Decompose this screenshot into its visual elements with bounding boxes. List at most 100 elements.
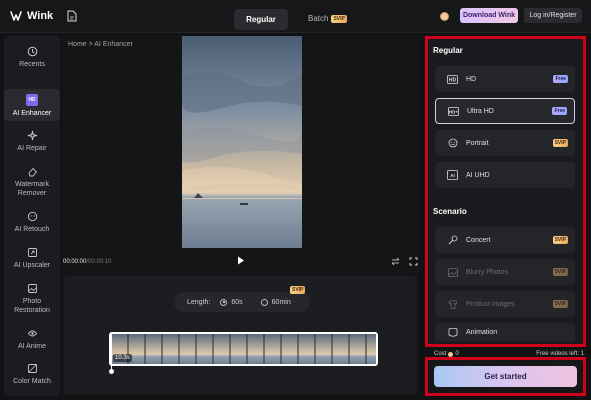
playhead-handle[interactable] [109, 369, 114, 374]
svg-text:HD+: HD+ [449, 109, 458, 114]
sidebar-item-label: Color Match [13, 378, 51, 385]
compare-icon[interactable] [391, 257, 400, 266]
scenario-section-title: Scenario [433, 207, 467, 216]
option-animation[interactable]: Animation [435, 323, 575, 341]
svip-badge: SVIP [552, 236, 568, 244]
coin-icon[interactable] [440, 12, 449, 21]
anime-icon [26, 327, 38, 339]
playhead-line[interactable] [111, 332, 112, 372]
ai-uhd-icon: AI [447, 170, 458, 181]
option-label: HD [466, 75, 477, 83]
length-selector: Length: 60s 60min SVIP [174, 286, 310, 312]
coin-icon [448, 351, 454, 357]
get-started-button[interactable]: Get started [434, 366, 577, 387]
option-label: Concert [466, 236, 491, 244]
timeline-panel: Length: 60s 60min SVIP 10.3s [64, 276, 417, 394]
sidebar-item-ai-repair[interactable]: AI Repair [4, 129, 60, 153]
svip-badge: SVIP [552, 268, 568, 276]
sidebar-item-label: AI Anime [17, 343, 46, 350]
sidebar-item-ai-enhancer[interactable]: HD AI Enhancer [4, 89, 60, 121]
play-icon[interactable] [237, 256, 245, 265]
eraser-icon [26, 165, 38, 177]
animation-icon [447, 327, 458, 338]
sidebar-item-ai-retouch[interactable]: AI Retouch [4, 210, 60, 234]
sidebar-item-label: AI Retouch [14, 226, 50, 233]
concert-icon [447, 235, 458, 246]
login-register-button[interactable]: Log in/Register [524, 8, 582, 23]
sidebar-item-photo-restoration[interactable]: Photo Restoration [4, 282, 60, 315]
sidebar-item-label: Recents [19, 61, 45, 68]
sidebar-item-label: AI Upscaler [13, 262, 51, 269]
tab-batch-label: Batch [308, 14, 329, 23]
option-label: AI UHD [466, 171, 490, 179]
app-name: Wink [27, 10, 54, 22]
free-badge: Free [552, 107, 567, 115]
length-option-60min[interactable]: 60min [260, 298, 291, 306]
option-concert[interactable]: Concert SVIP [435, 227, 575, 253]
enhance-options-panel: Regular HD HD Free HD+ Ultra HD Free Por… [425, 36, 586, 347]
length-label: Length: [187, 298, 211, 306]
option-product-images[interactable]: Product images SVIP [435, 291, 575, 317]
tab-batch[interactable]: Batch SVIP [308, 14, 347, 23]
length-option-label: 60min [271, 298, 291, 306]
video-frame-image [182, 36, 302, 248]
clip-thumbnail-strip[interactable] [109, 332, 378, 366]
sidebar-item-watermark-remover[interactable]: Watermark Remover [4, 165, 60, 198]
option-portrait[interactable]: Portrait SVIP [435, 130, 575, 156]
option-label: Product images [466, 300, 515, 308]
tab-regular[interactable]: Regular [234, 9, 288, 30]
sidebar-item-ai-upscaler[interactable]: AI Upscaler [4, 246, 60, 270]
sidebar-item-label: Watermark Remover [15, 181, 49, 197]
option-hd[interactable]: HD HD Free [435, 66, 575, 92]
main-preview-area: Home > AI Enhancer 00:00:00/00:00:10 Len… [62, 36, 419, 396]
face-smile-icon [447, 138, 458, 149]
hd-icon: HD [26, 94, 38, 106]
action-footer: Get started [425, 357, 586, 396]
svg-text:AI: AI [450, 173, 455, 178]
svip-badge: SVIP [552, 300, 568, 308]
svip-badge: SVIP [290, 286, 306, 294]
sidebar-item-label: Photo Restoration [14, 298, 50, 314]
app-logo[interactable]: Wink [9, 9, 53, 23]
upscale-icon [26, 246, 38, 258]
option-label: Ultra HD [467, 107, 494, 115]
download-wink-button[interactable]: Download Wink [460, 8, 518, 23]
length-option-60s[interactable]: 60s [220, 298, 243, 306]
sidebar-item-label: AI Repair [17, 145, 47, 152]
free-badge: Free [553, 75, 568, 83]
sidebar-item-color-match[interactable]: Color Match [4, 362, 60, 386]
clip-duration: 10.3s [113, 354, 132, 362]
sidebar: Recents HD AI Enhancer AI Repair Waterma… [4, 36, 60, 396]
time-display: 00:00:00/00:00:10 [63, 259, 111, 265]
svip-badge: SVIP [331, 14, 347, 23]
option-blurry-photos[interactable]: Blurry Photos SVIP [435, 259, 575, 285]
retouch-face-icon [26, 210, 38, 222]
sidebar-item-label: AI Enhancer [12, 110, 52, 117]
current-time: 00:00:00 [63, 259, 87, 265]
radio-icon[interactable] [260, 298, 268, 306]
breadcrumb[interactable]: Home > AI Enhancer [68, 41, 133, 48]
option-ai-uhd[interactable]: AI AI UHD [435, 162, 575, 188]
file-icon[interactable] [67, 10, 77, 22]
color-match-icon [26, 362, 38, 374]
thumbnail-frames [111, 334, 376, 364]
hd-plus-icon: HD+ [448, 106, 459, 117]
fullscreen-icon[interactable] [409, 257, 418, 266]
image-icon [447, 267, 458, 278]
sidebar-item-ai-anime[interactable]: AI Anime [4, 327, 60, 351]
option-label: Blurry Photos [466, 268, 509, 276]
total-time: /00:00:10 [86, 259, 112, 265]
option-label: Portrait [466, 139, 489, 147]
option-ultra-hd[interactable]: HD+ Ultra HD Free [435, 98, 575, 124]
regular-section-title: Regular [433, 46, 463, 55]
svip-badge: SVIP [552, 139, 568, 147]
photo-restore-icon [26, 282, 38, 294]
video-preview[interactable] [182, 36, 302, 248]
wink-logo-icon [10, 11, 22, 21]
repair-icon [26, 129, 38, 141]
sidebar-item-recents[interactable]: Recents [4, 45, 60, 75]
svg-text:HD: HD [449, 77, 457, 83]
tab-regular-label: Regular [246, 15, 276, 24]
hd-badge-icon: HD [447, 74, 458, 85]
radio-selected-icon[interactable] [220, 298, 228, 306]
